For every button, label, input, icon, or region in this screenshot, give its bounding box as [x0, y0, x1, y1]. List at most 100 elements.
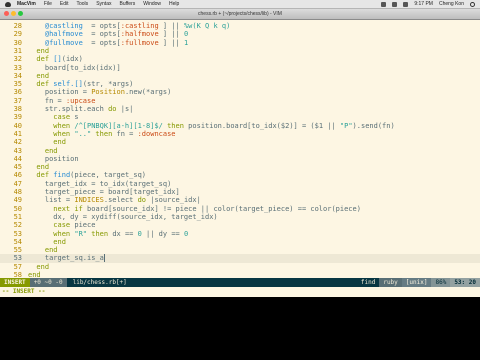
code-token: ] ||	[158, 38, 184, 47]
code-line[interactable]: 30 @fullmove = opts[:fullmove ] || 1	[0, 39, 480, 47]
code-line[interactable]: 39 case s	[0, 113, 480, 121]
code-line[interactable]: 36 position = Position.new(*args)	[0, 88, 480, 96]
code-line[interactable]: 52 case piece	[0, 221, 480, 229]
code-line[interactable]: 58 end	[0, 271, 480, 278]
line-number: 38	[13, 105, 22, 113]
code-line[interactable]: 48 target_piece = board[target_idx]	[0, 188, 480, 196]
code-token: when	[28, 129, 75, 138]
code-token: 1	[183, 38, 189, 47]
line-number: 49	[13, 196, 22, 205]
code-line[interactable]: 28 @castling = opts[:castling ] || %w(K …	[0, 22, 480, 30]
code-token: def	[28, 171, 54, 180]
menu-window[interactable]: Window	[139, 1, 165, 7]
volume-icon[interactable]	[392, 1, 398, 7]
spotlight-search-icon[interactable]	[470, 1, 475, 7]
code-line[interactable]: 43 end	[0, 147, 480, 155]
code-token: do	[137, 196, 147, 205]
code-text: end	[28, 271, 41, 278]
code-line[interactable]: 37 fn = :upcase	[0, 97, 480, 105]
code-text: board[to_idx(idx)]	[28, 64, 121, 72]
code-token: :fullmove	[120, 38, 159, 47]
code-token: case	[28, 113, 75, 122]
code-line[interactable]: 45 end	[0, 163, 480, 171]
menu-edit[interactable]: Edit	[56, 1, 73, 7]
code-token: Position	[91, 88, 125, 97]
code-line[interactable]: 38 str.split.each do |s|	[0, 105, 480, 113]
file-format: [unix]	[401, 278, 432, 287]
code-line[interactable]: 41 when ".." then fn = :downcase	[0, 130, 480, 138]
code-token: str.split.each	[28, 105, 109, 113]
line-number: 28	[13, 22, 22, 30]
code-line[interactable]: 47 target_idx = to_idx(target_sq)	[0, 180, 480, 188]
code-line[interactable]: 33 board[to_idx(idx)]	[0, 64, 480, 72]
code-token: @castling	[28, 22, 83, 30]
menu-tools[interactable]: Tools	[73, 1, 93, 7]
code-token: end	[28, 46, 50, 55]
git-diff-summary: +0 ~0 -0	[29, 278, 67, 287]
code-text: target_piece = board[target_idx]	[28, 188, 180, 196]
line-number: 50	[13, 204, 22, 213]
code-token: board[to_idx(idx)]	[28, 63, 121, 72]
code-line[interactable]: 35 def self.[](str, *args)	[0, 80, 480, 88]
code-token: || dy ==	[141, 229, 184, 238]
code-text: def self.[](str, *args)	[28, 80, 133, 88]
code-line[interactable]: 57 end	[0, 263, 480, 271]
code-line[interactable]: 32 def [](idx)	[0, 55, 480, 63]
code-text: when ".." then fn = :downcase	[28, 129, 175, 138]
user-name[interactable]: Cheng Kon	[436, 1, 467, 7]
code-token: end	[28, 146, 58, 155]
code-text: end	[28, 263, 49, 271]
code-line[interactable]: 31 end	[0, 47, 480, 55]
line-number: 35	[13, 80, 22, 89]
clock[interactable]: 9:17 PM	[411, 1, 436, 7]
wifi-icon[interactable]	[381, 1, 387, 7]
window-titlebar[interactable]: chess.rb + (~/projects/chess/lib) - VIM	[0, 9, 480, 20]
code-line[interactable]: 34 end	[0, 72, 480, 80]
line-number: 55	[13, 246, 22, 255]
code-line[interactable]: 46 def find(piece, target_sq)	[0, 171, 480, 179]
menu-file[interactable]: File	[40, 1, 56, 7]
code-token: s	[74, 113, 79, 122]
code-token: then	[162, 121, 189, 130]
apple-icon[interactable]	[5, 1, 11, 7]
code-token: def	[28, 55, 54, 64]
code-text: next if board[source_idx] != piece || co…	[28, 205, 361, 213]
window-title: chess.rb + (~/projects/chess/lib) - VIM	[198, 11, 282, 17]
code-text: @halfmove = opts[:halfmove ] || 0	[28, 30, 188, 38]
code-token: :halfmove	[120, 30, 159, 39]
line-number: 39	[13, 113, 22, 122]
code-token: self.[]	[53, 80, 83, 89]
battery-icon[interactable]	[403, 1, 409, 7]
code-line[interactable]: 50 next if board[source_idx] != piece ||…	[0, 205, 480, 213]
command-line[interactable]: -- INSERT --	[0, 287, 480, 297]
menu-bar: MacVim File Edit Tools Syntax Buffers Wi…	[0, 0, 480, 9]
menu-buffers[interactable]: Buffers	[115, 1, 139, 7]
code-line[interactable]: 42 end	[0, 138, 480, 146]
code-line[interactable]: 54 end	[0, 238, 480, 246]
line-number: 33	[13, 63, 22, 72]
code-token: |s|	[116, 105, 134, 113]
code-token: "R"	[74, 229, 88, 238]
code-token: (piece, target_sq)	[70, 171, 147, 180]
screen: MacVim File Edit Tools Syntax Buffers Wi…	[0, 0, 480, 360]
code-editor[interactable]: 28 @castling = opts[:castling ] || %w(K …	[0, 20, 480, 278]
code-line[interactable]: 29 @halfmove = opts[:halfmove ] || 0	[0, 30, 480, 38]
menu-help[interactable]: Help	[165, 1, 183, 7]
code-text: def [](idx)	[28, 55, 82, 64]
code-line[interactable]: 40 when /^[PNBQK][a-h][1-8]$/ then posit…	[0, 122, 480, 130]
text-cursor	[103, 254, 105, 263]
code-line[interactable]: 53 when "R" then dx == 0 || dy == 0	[0, 230, 480, 238]
code-line[interactable]: 55 end	[0, 246, 480, 254]
menu-app-name[interactable]: MacVim	[13, 1, 40, 7]
code-token: then	[87, 229, 113, 238]
code-line[interactable]: 53 target_sq.is_a	[0, 254, 480, 263]
line-number: 45	[13, 163, 22, 172]
code-line[interactable]: 49 list = INDICES.select do |source_idx|	[0, 196, 480, 204]
line-number: 53	[13, 229, 22, 238]
statusline-right: find ruby [unix] 86% 53: 20	[356, 278, 480, 287]
code-line[interactable]: 51 dx, dy = xydiff(source_idx, target_id…	[0, 213, 480, 221]
menu-syntax[interactable]: Syntax	[92, 1, 115, 7]
code-text: end	[28, 246, 58, 254]
code-line[interactable]: 44 position	[0, 155, 480, 163]
code-token: |source_idx|	[146, 196, 201, 205]
